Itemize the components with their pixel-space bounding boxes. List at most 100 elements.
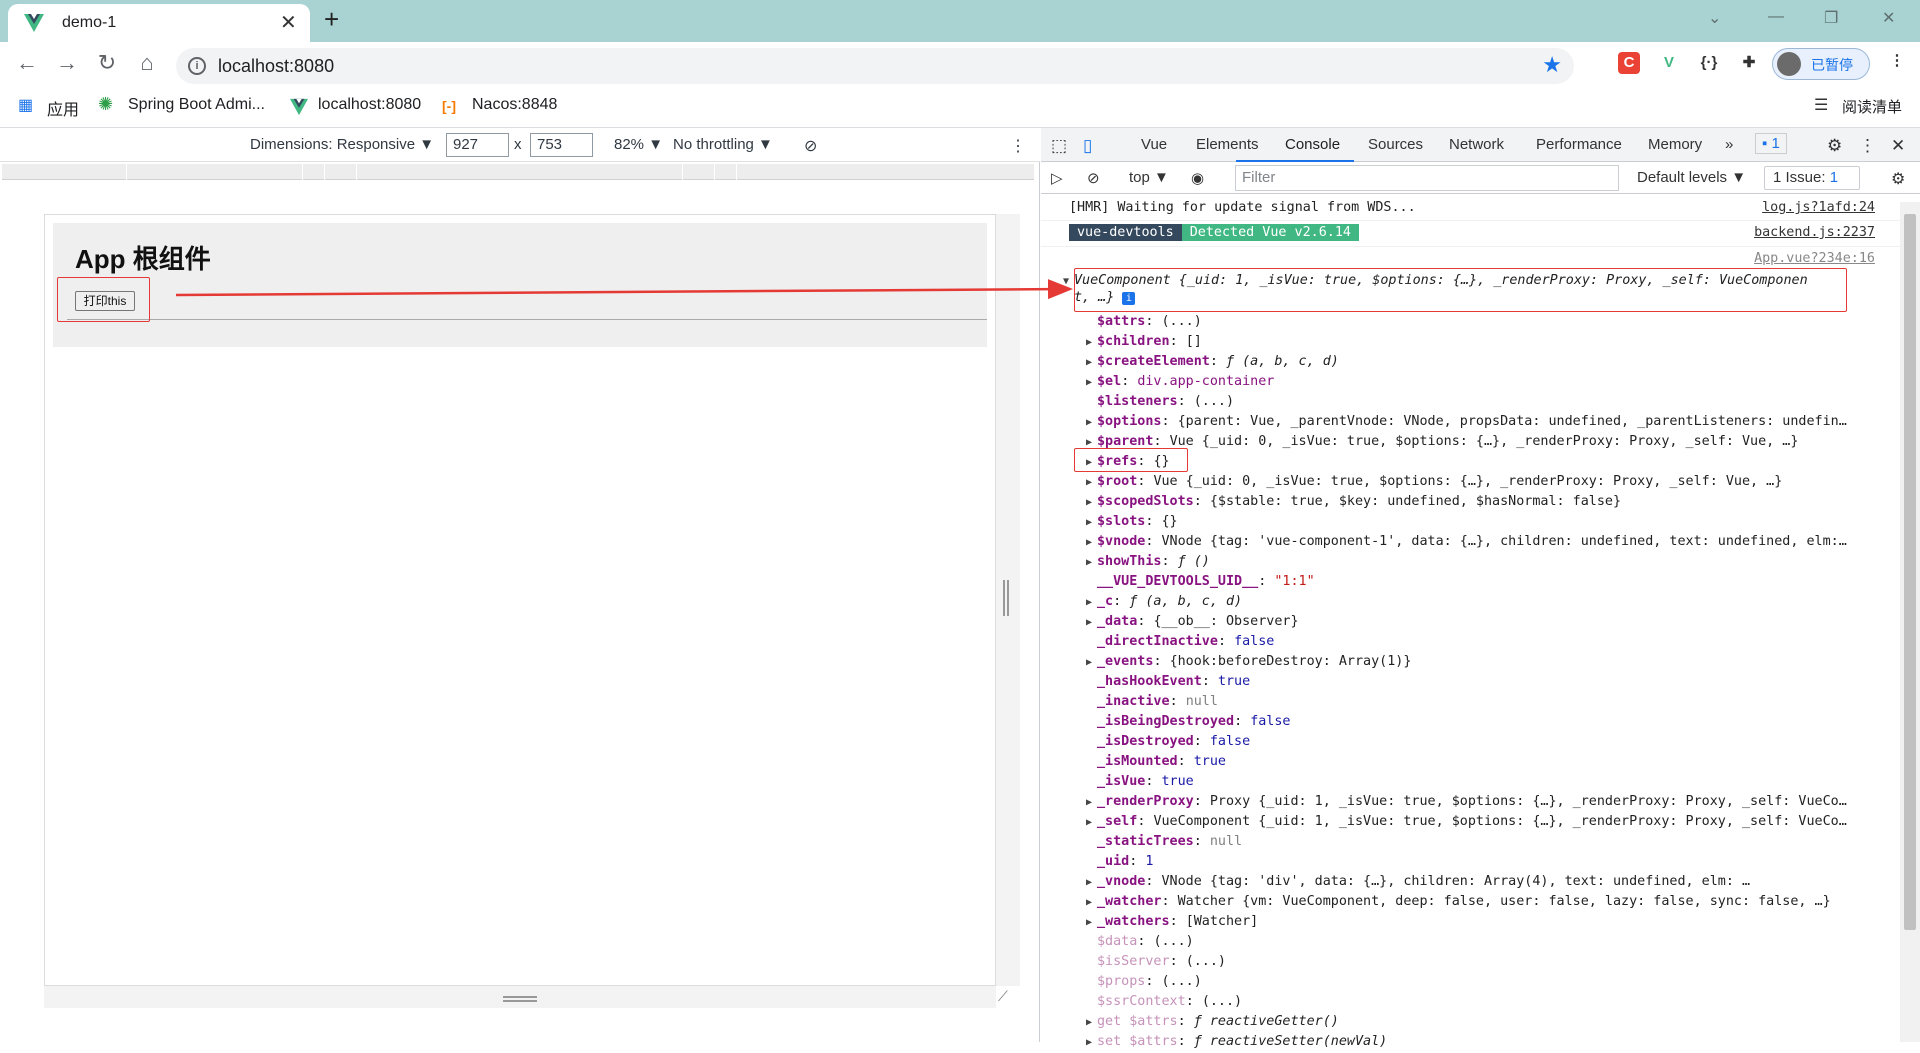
width-input[interactable]: 927 [446, 133, 509, 157]
extensions-puzzle-icon[interactable]: ✚ [1738, 52, 1760, 74]
resize-grip-icon[interactable] [1003, 580, 1009, 616]
console-filter-input[interactable]: Filter [1235, 165, 1619, 191]
source-link[interactable]: App.vue?234e:16 [1754, 251, 1875, 266]
zoom-select[interactable]: 82% ▼ [614, 136, 663, 153]
property-row[interactable]: ▶ get $attrs: ƒ reactiveGetter() [1086, 1012, 1339, 1032]
property-row[interactable]: ▶ _watchers: [Watcher] [1086, 912, 1258, 932]
bookmark-nacos[interactable]: Nacos:8848 [472, 96, 557, 114]
property-row[interactable]: ▶ $root: Vue {_uid: 0, _isVue: true, $opt… [1086, 472, 1782, 492]
settings-gear-icon[interactable]: ⚙ [1827, 136, 1842, 156]
url-text[interactable]: localhost:8080 [218, 56, 334, 77]
corner-resize-icon[interactable]: ⟋ [998, 988, 1014, 1004]
tab-close-icon[interactable]: ✕ [280, 10, 297, 35]
property-row[interactable]: $attrs: (...) [1086, 312, 1202, 332]
tab-memory[interactable]: Memory [1648, 136, 1702, 153]
property-row[interactable]: _staticTrees: null [1086, 832, 1242, 852]
property-row[interactable]: _isMounted: true [1086, 752, 1226, 772]
property-row[interactable]: ▶ _c: ƒ (a, b, c, d) [1086, 592, 1242, 612]
bookmark-apps[interactable]: 应用 [47, 96, 79, 120]
tab-search-icon[interactable]: ⌄ [1708, 8, 1721, 28]
more-tabs-icon[interactable]: » [1725, 136, 1733, 153]
tab-performance[interactable]: Performance [1536, 136, 1622, 153]
property-row[interactable]: ▶ $vnode: VNode {tag: 'vue-component-1', … [1086, 532, 1847, 552]
expand-triangle-icon[interactable]: ▼ [1063, 272, 1074, 292]
property-row[interactable]: __VUE_DEVTOOLS_UID__: "1:1" [1086, 572, 1315, 592]
tab-network[interactable]: Network [1449, 136, 1504, 153]
profile-button[interactable]: 已暂停 [1772, 48, 1870, 80]
property-row[interactable]: _uid: 1 [1086, 852, 1153, 872]
tab-vue[interactable]: Vue [1141, 136, 1167, 153]
throttling-select[interactable]: No throttling ▼ [673, 136, 773, 153]
expand-triangle-icon[interactable]: ▶ [1086, 533, 1097, 553]
property-row[interactable]: $data: (...) [1086, 932, 1194, 952]
tab-sources[interactable]: Sources [1368, 136, 1423, 153]
home-icon[interactable]: ⌂ [132, 50, 162, 76]
back-icon[interactable]: ← [12, 50, 42, 76]
expand-triangle-icon[interactable]: ▶ [1086, 613, 1097, 633]
property-row[interactable]: ▶ $createElement: ƒ (a, b, c, d) [1086, 352, 1339, 372]
expand-triangle-icon[interactable]: ▶ [1086, 553, 1097, 573]
property-row[interactable]: ▶ $scopedSlots: {$stable: true, $key: und… [1086, 492, 1621, 512]
property-row[interactable]: ▶ _self: VueComponent {_uid: 1, _isVue: t… [1086, 812, 1847, 832]
live-expression-eye-icon[interactable]: ◉ [1191, 169, 1204, 187]
property-row[interactable]: ▶ _data: {__ob__: Observer} [1086, 612, 1299, 632]
sidebar-toggle-icon[interactable]: ▷ [1051, 169, 1063, 187]
device-more-icon[interactable]: ⋮ [1010, 136, 1026, 156]
expand-triangle-icon[interactable]: ▶ [1086, 473, 1097, 493]
expand-triangle-icon[interactable]: ▶ [1086, 813, 1097, 833]
property-row[interactable]: $props: (...) [1086, 972, 1202, 992]
property-row[interactable]: ▶ $parent: Vue {_uid: 0, _isVue: true, $o… [1086, 432, 1798, 452]
property-row[interactable]: $ssrContext: (...) [1086, 992, 1242, 1012]
property-row[interactable]: $listeners: (...) [1086, 392, 1234, 412]
expand-triangle-icon[interactable]: ▶ [1086, 493, 1097, 513]
context-select[interactable]: top ▼ [1129, 169, 1169, 186]
property-row[interactable]: _isBeingDestroyed: false [1086, 712, 1291, 732]
bookmark-spring-boot-admin[interactable]: Spring Boot Admi... [128, 96, 265, 114]
expand-triangle-icon[interactable]: ▶ [1086, 873, 1097, 893]
expand-triangle-icon[interactable]: ▶ [1086, 513, 1097, 533]
tab-elements[interactable]: Elements [1196, 136, 1259, 153]
bookmark-star-icon[interactable]: ★ [1542, 52, 1562, 78]
reading-list[interactable]: 阅读清单 [1842, 96, 1902, 117]
property-row[interactable]: ▶ $options: {parent: Vue, _parentVnode: V… [1086, 412, 1847, 432]
expand-triangle-icon[interactable]: ▶ [1086, 333, 1097, 353]
devtools-close-icon[interactable]: ✕ [1891, 136, 1905, 156]
property-row[interactable]: ▶ $children: [] [1086, 332, 1202, 352]
browser-menu-icon[interactable]: ⋮ [1886, 50, 1908, 72]
property-row[interactable]: _directInactive: false [1086, 632, 1274, 652]
window-close-icon[interactable]: ✕ [1882, 8, 1895, 28]
expand-triangle-icon[interactable]: ▶ [1086, 913, 1097, 933]
site-info-icon[interactable]: i [188, 57, 206, 75]
log-levels-select[interactable]: Default levels ▼ [1637, 169, 1746, 186]
messages-badge[interactable]: ▪ 1 [1755, 133, 1787, 154]
devtools-more-icon[interactable]: ⋮ [1859, 136, 1876, 156]
media-query-ruler[interactable] [2, 164, 1034, 180]
restore-icon[interactable]: ❐ [1824, 8, 1838, 28]
dimensions-select[interactable]: Dimensions: Responsive ▼ [250, 136, 434, 153]
extension-json-icon[interactable]: {·} [1698, 52, 1720, 74]
rotate-icon[interactable]: ⊘ [804, 136, 817, 156]
source-link[interactable]: log.js?1afd:24 [1762, 200, 1875, 215]
forward-icon[interactable]: → [52, 50, 82, 76]
height-input[interactable]: 753 [530, 133, 593, 157]
inspect-element-icon[interactable]: ⬚ [1051, 136, 1067, 156]
property-row[interactable]: ▶ _events: {hook:beforeDestroy: Array(1)} [1086, 652, 1411, 672]
expand-triangle-icon[interactable]: ▶ [1086, 593, 1097, 613]
property-row[interactable]: ▶ $slots: {} [1086, 512, 1178, 532]
console-scrollbar-thumb[interactable] [1904, 214, 1916, 930]
extension-vue-icon[interactable]: V [1658, 52, 1680, 74]
property-row[interactable]: ▶ $el: div.app-container [1086, 372, 1274, 392]
reload-icon[interactable]: ↻ [92, 50, 122, 76]
expand-triangle-icon[interactable]: ▶ [1086, 793, 1097, 813]
tab-console[interactable]: Console [1285, 136, 1340, 153]
expand-triangle-icon[interactable]: ▶ [1086, 1033, 1097, 1053]
device-toggle-icon[interactable]: ▯ [1083, 136, 1092, 156]
expand-triangle-icon[interactable]: ▶ [1086, 413, 1097, 433]
expand-triangle-icon[interactable]: ▶ [1086, 1013, 1097, 1033]
clear-console-icon[interactable]: ⊘ [1087, 169, 1100, 187]
property-row[interactable]: ▶ _vnode: VNode {tag: 'div', data: {…}, c… [1086, 872, 1750, 892]
property-row[interactable]: ▶ set $attrs: ƒ reactiveSetter(newVal) [1086, 1032, 1387, 1052]
expand-triangle-icon[interactable]: ▶ [1086, 893, 1097, 913]
property-row[interactable]: ▶ _watcher: Watcher {vm: VueComponent, de… [1086, 892, 1831, 912]
console-settings-icon[interactable]: ⚙ [1891, 169, 1905, 189]
